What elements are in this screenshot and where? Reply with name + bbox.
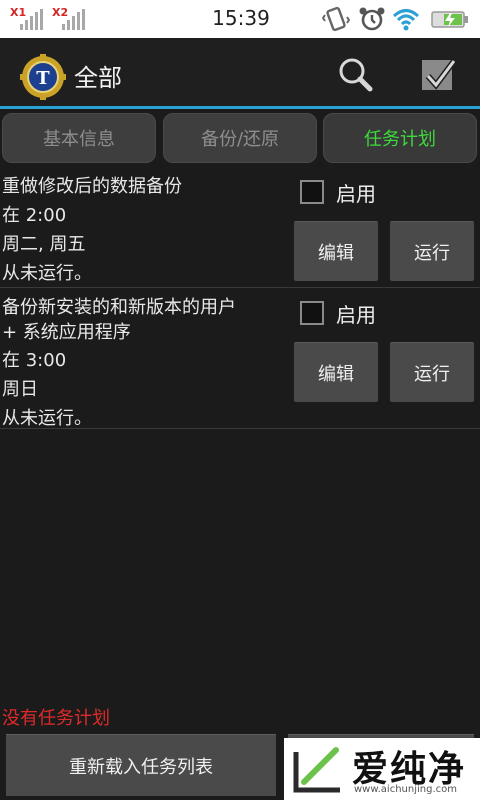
no-schedule-message: 没有任务计划 [2, 708, 110, 729]
edit-button[interactable]: 编辑 [294, 342, 378, 402]
schedule-title: 备份新安装的和新版本的用户 [2, 297, 236, 318]
sim1-signal-icon: X1 [10, 6, 44, 32]
schedule-time: 在 2:00 [2, 205, 67, 226]
run-button[interactable]: 运行 [390, 342, 474, 402]
edit-button[interactable]: 编辑 [294, 221, 378, 281]
alarm-icon [359, 7, 385, 31]
tab-backup-restore[interactable]: 备份/还原 [163, 113, 317, 163]
schedule-days: 周日 [2, 379, 38, 400]
status-bar: X1 X2 15:39 [0, 0, 480, 38]
svg-text:T: T [36, 68, 50, 89]
schedule-title: 重做修改后的数据备份 [2, 176, 182, 197]
action-bar-divider [0, 106, 480, 109]
batch-checkmark-icon[interactable] [416, 52, 464, 98]
watermark-url: www.aichunjing.com [354, 784, 457, 795]
action-bar [0, 38, 480, 108]
enable-label: 启用 [336, 303, 376, 327]
schedule-days: 周二, 周五 [2, 234, 86, 255]
reload-schedules-button[interactable]: 重新载入任务列表 [6, 734, 276, 796]
vibrate-icon [322, 6, 350, 32]
sim2-signal-icon: X2 [52, 6, 86, 32]
schedule-item: 备份新安装的和新版本的用户 + 系统应用程序 在 3:00 周日 从未运行。 启… [0, 290, 480, 430]
battery-charging-icon [431, 11, 468, 28]
wifi-icon [392, 9, 420, 31]
titanium-backup-app-icon[interactable]: T [20, 54, 66, 100]
watermark-logo-icon [293, 747, 340, 793]
schedule-item: 重做修改后的数据备份 在 2:00 周二, 周五 从未运行。 启用 编辑 运行 [0, 168, 480, 288]
enable-label: 启用 [336, 182, 376, 206]
schedule-last-run: 从未运行。 [2, 408, 92, 429]
schedule-last-run: 从未运行。 [2, 263, 92, 284]
enable-checkbox[interactable] [300, 301, 324, 325]
run-button[interactable]: 运行 [390, 221, 474, 281]
tab-schedules[interactable]: 任务计划 [323, 113, 477, 163]
search-icon[interactable] [332, 52, 380, 98]
status-clock: 15:39 [212, 6, 270, 30]
tab-bar: 基本信息 备份/还原 任务计划 [0, 110, 480, 168]
schedule-title-continued: + 系统应用程序 [2, 322, 131, 343]
page-title: 全部 [74, 64, 122, 92]
enable-checkbox[interactable] [300, 180, 324, 204]
tab-basic-info[interactable]: 基本信息 [2, 113, 156, 163]
item-divider [0, 428, 480, 429]
schedule-time: 在 3:00 [2, 350, 67, 371]
item-divider [0, 287, 480, 288]
